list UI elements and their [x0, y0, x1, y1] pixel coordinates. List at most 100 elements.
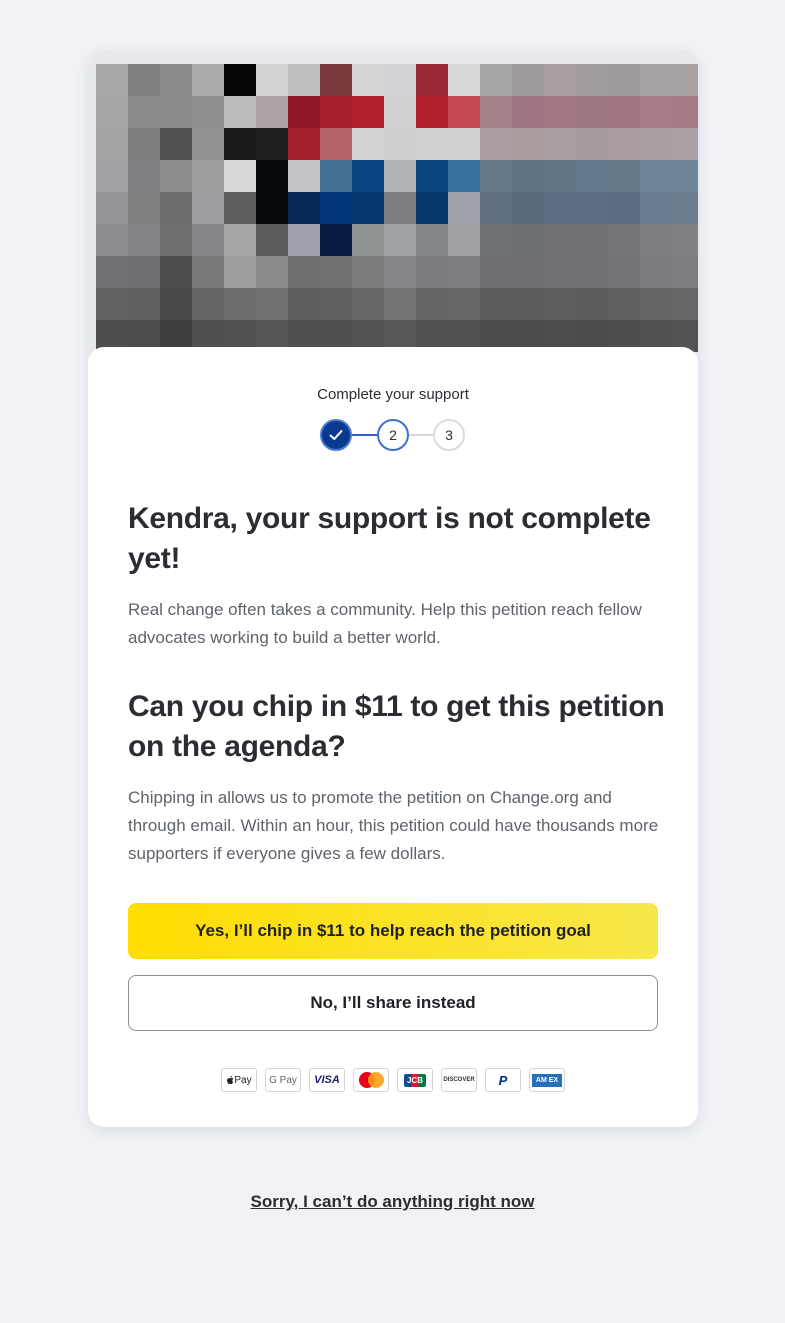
image-pixel	[288, 96, 320, 128]
image-pixel	[192, 224, 224, 256]
image-pixel	[448, 128, 480, 160]
image-pixel	[576, 256, 608, 288]
ask-description: Chipping in allows us to promote the pet…	[128, 788, 659, 863]
image-pixel	[576, 64, 608, 96]
image-pixel	[480, 96, 512, 128]
image-pixel	[352, 160, 384, 192]
image-pixel	[544, 288, 576, 320]
image-pixel	[480, 192, 512, 224]
image-pixel	[672, 256, 698, 288]
image-pixel	[640, 64, 672, 96]
image-pixel	[224, 288, 256, 320]
image-pixel	[480, 64, 512, 96]
stepper-connector	[408, 434, 436, 436]
image-pixel	[128, 288, 160, 320]
image-pixel	[320, 192, 352, 224]
share-instead-button[interactable]: No, I’ll share instead	[128, 975, 658, 1031]
image-pixel	[320, 256, 352, 288]
visa-icon: VISA	[309, 1068, 345, 1092]
image-pixel	[416, 160, 448, 192]
image-pixel	[288, 192, 320, 224]
progress-stepper: 2 3	[320, 419, 466, 451]
intro-text: Real change often takes a community. Hel…	[128, 600, 642, 647]
image-pixel	[448, 256, 480, 288]
image-pixel	[96, 256, 128, 288]
decline-link[interactable]: Sorry, I can’t do anything right now	[0, 1192, 785, 1212]
image-pixel	[608, 288, 640, 320]
chip-in-button[interactable]: Yes, I’ll chip in $11 to help reach the …	[128, 903, 658, 959]
image-pixel	[224, 224, 256, 256]
image-pixel	[576, 192, 608, 224]
payment-methods: Pay G Pay VISA JCB DISCOVER P AM EX	[221, 1068, 565, 1092]
image-pixel	[480, 128, 512, 160]
image-pixel	[288, 224, 320, 256]
image-pixel	[160, 192, 192, 224]
image-pixel	[256, 288, 288, 320]
image-pixel	[544, 160, 576, 192]
image-pixel	[224, 96, 256, 128]
petition-image-pixelated	[96, 64, 698, 352]
image-pixel	[640, 160, 672, 192]
image-pixel	[480, 160, 512, 192]
image-pixel	[608, 160, 640, 192]
page-title: Kendra, your support is not complete yet…	[128, 502, 651, 575]
image-pixel	[672, 192, 698, 224]
visa-label: VISA	[314, 1074, 340, 1086]
image-pixel	[512, 192, 544, 224]
image-pixel	[672, 128, 698, 160]
image-pixel	[608, 192, 640, 224]
image-pixel	[416, 64, 448, 96]
stepper-label: Complete your support	[317, 386, 469, 403]
image-pixel	[384, 256, 416, 288]
amex-label: AM EX	[531, 1073, 563, 1087]
image-pixel	[320, 160, 352, 192]
image-pixel	[352, 128, 384, 160]
image-pixel	[544, 64, 576, 96]
image-pixel	[128, 128, 160, 160]
image-pixel	[640, 192, 672, 224]
image-pixel	[224, 192, 256, 224]
image-pixel	[192, 160, 224, 192]
image-pixel	[608, 128, 640, 160]
image-pixel	[224, 160, 256, 192]
image-pixel	[192, 128, 224, 160]
image-pixel	[608, 256, 640, 288]
image-pixel	[160, 160, 192, 192]
ask-headline: Can you chip in $11 to get this petition…	[128, 690, 665, 763]
image-pixel	[128, 160, 160, 192]
image-pixel	[288, 64, 320, 96]
image-pixel	[416, 192, 448, 224]
image-pixel	[608, 224, 640, 256]
image-pixel	[160, 96, 192, 128]
image-pixel	[512, 288, 544, 320]
image-pixel	[352, 192, 384, 224]
image-pixel	[448, 96, 480, 128]
image-pixel	[448, 64, 480, 96]
image-pixel	[544, 256, 576, 288]
image-pixel	[416, 224, 448, 256]
image-pixel	[448, 288, 480, 320]
image-pixel	[480, 288, 512, 320]
image-pixel	[128, 64, 160, 96]
jcb-label: JCB	[403, 1073, 426, 1087]
image-pixel	[416, 128, 448, 160]
image-pixel	[672, 288, 698, 320]
support-card: Complete your support 2 3 Kendra, your s…	[88, 50, 698, 1127]
image-pixel	[384, 160, 416, 192]
image-pixel	[224, 128, 256, 160]
image-pixel	[96, 160, 128, 192]
image-pixel	[672, 224, 698, 256]
stepper-connector	[350, 434, 378, 436]
image-pixel	[128, 256, 160, 288]
image-pixel	[544, 128, 576, 160]
image-pixel	[96, 224, 128, 256]
image-pixel	[576, 160, 608, 192]
image-pixel	[192, 192, 224, 224]
image-pixel	[128, 224, 160, 256]
image-pixel	[320, 64, 352, 96]
image-pixel	[672, 96, 698, 128]
image-pixel	[256, 224, 288, 256]
image-pixel	[288, 256, 320, 288]
image-pixel	[384, 64, 416, 96]
image-pixel	[288, 288, 320, 320]
